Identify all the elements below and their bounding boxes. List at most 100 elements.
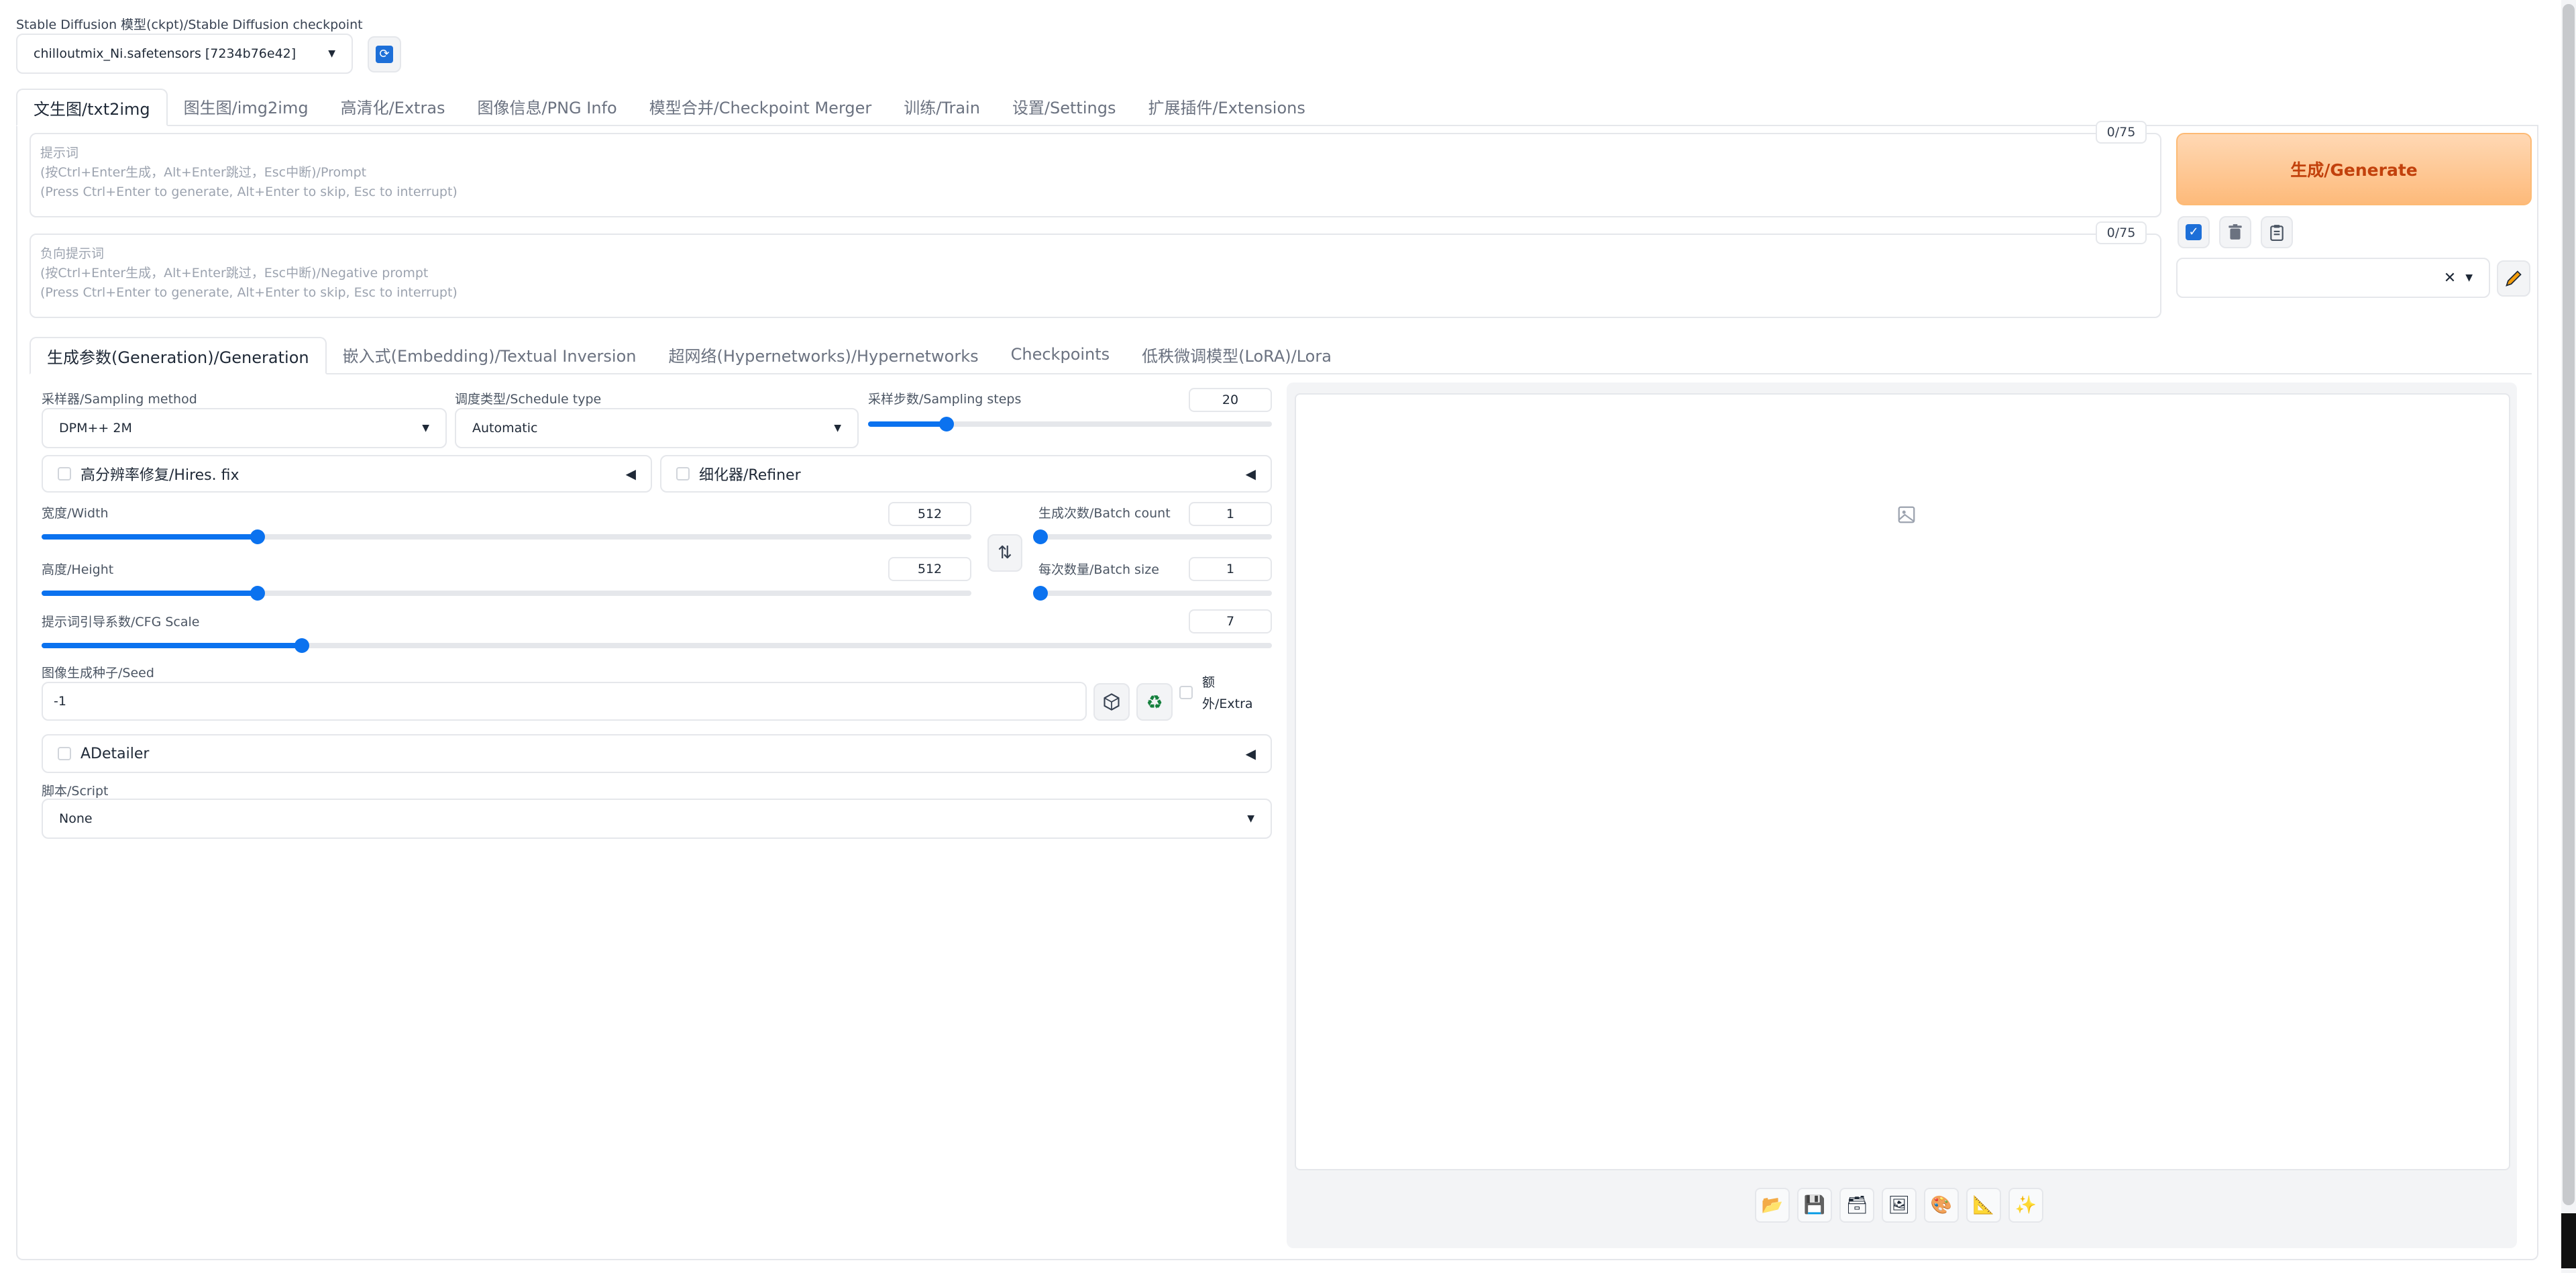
tab-extras[interactable]: 高清化/Extras [325, 87, 462, 125]
extra-seed-label-1: 额 [1202, 675, 1216, 690]
extra-seed-label-2: 外/Extra [1202, 697, 1253, 711]
hires-fix-accordion[interactable]: 高分辨率修复/Hires. fix ◀ [42, 455, 652, 493]
send-to-inpaint-button[interactable]: 🎨 [1924, 1188, 1959, 1223]
batch-count-label: 生成次数/Batch count [1038, 506, 1171, 521]
checkpoint-dropdown[interactable]: chilloutmix_Ni.safetensors [7234b76e42] … [16, 34, 353, 74]
swap-dimensions-button[interactable]: ⇅ [987, 534, 1022, 572]
collapse-triangle-icon: ◀ [1245, 746, 1256, 762]
save-zip-button[interactable]: 🗃 [1839, 1188, 1874, 1223]
batch-size-slider[interactable] [1033, 586, 1272, 601]
checkpoint-label: Stable Diffusion 模型(ckpt)/Stable Diffusi… [16, 17, 363, 32]
main-tabs: 文生图/txt2img 图生图/img2img 高清化/Extras 图像信息/… [16, 87, 2538, 126]
tab-extensions[interactable]: 扩展插件/Extensions [1132, 87, 1321, 125]
prompt-token-counter: 0/75 [2096, 121, 2147, 144]
tab-img2img[interactable]: 图生图/img2img [168, 87, 325, 125]
negative-placeholder-en: (Press Ctrl+Enter to generate, Alt+Enter… [40, 285, 458, 300]
width-number[interactable]: 512 [888, 502, 971, 526]
prompt-placeholder-en: (Press Ctrl+Enter to generate, Alt+Enter… [40, 185, 458, 199]
folder-icon: 📂 [1761, 1195, 1784, 1215]
script-value: None [59, 811, 93, 826]
sampler-value: DPM++ 2M [59, 421, 132, 436]
apply-styles-button[interactable]: ✓ [2178, 216, 2210, 248]
slider-thumb[interactable] [250, 586, 265, 601]
chevron-down-icon: ▼ [422, 423, 429, 434]
script-dropdown[interactable]: None ▼ [42, 799, 1272, 839]
slider-thumb[interactable] [1033, 586, 1048, 601]
steps-label: 采样步数/Sampling steps [868, 392, 1022, 407]
chevron-down-icon: ▼ [834, 423, 841, 434]
steps-slider[interactable] [868, 417, 1272, 431]
checkbox-icon: ✓ [2186, 224, 2202, 240]
adetailer-label: ADetailer [80, 745, 150, 762]
tab-settings[interactable]: 设置/Settings [996, 87, 1132, 125]
width-label: 宽度/Width [42, 506, 109, 521]
height-slider[interactable] [42, 586, 971, 601]
save-button[interactable]: 💾 [1797, 1188, 1832, 1223]
adetailer-accordion[interactable]: ADetailer ◀ [42, 734, 1272, 773]
height-label: 高度/Height [42, 562, 114, 577]
prompt-placeholder-cn: (按Ctrl+Enter生成，Alt+Enter跳过，Esc中断)/Prompt [40, 165, 367, 180]
seed-input[interactable]: -1 [42, 682, 1087, 721]
picture-icon: 🖼 [1888, 1195, 1911, 1215]
tab-png-info[interactable]: 图像信息/PNG Info [462, 87, 633, 125]
generate-button[interactable]: 生成/Generate [2176, 133, 2532, 205]
swap-arrows-icon: ⇅ [998, 543, 1012, 563]
width-slider[interactable] [42, 529, 971, 544]
clear-icon[interactable]: ✕ [2444, 270, 2456, 287]
cfg-slider[interactable] [42, 638, 1272, 653]
refresh-checkpoint-button[interactable]: ⟳ [368, 36, 401, 72]
scrollbar-overlay [2561, 1213, 2576, 1268]
trash-icon [2229, 224, 2242, 240]
floppy-disk-icon: 💾 [1803, 1195, 1826, 1215]
open-folder-button[interactable]: 📂 [1755, 1188, 1790, 1223]
edit-styles-button[interactable] [2497, 260, 2530, 297]
tab-checkpoints[interactable]: Checkpoints [995, 336, 1126, 373]
refiner-accordion[interactable]: 细化器/Refiner ◀ [660, 455, 1272, 493]
tab-hypernetworks[interactable]: 超网络(Hypernetworks)/Hypernetworks [652, 336, 994, 373]
tab-train[interactable]: 训练/Train [888, 87, 996, 125]
scrollbar-thumb[interactable] [2563, 4, 2575, 1205]
collapse-triangle-icon: ◀ [1245, 466, 1256, 482]
batch-size-number[interactable]: 1 [1189, 557, 1272, 581]
sampler-dropdown[interactable]: DPM++ 2M ▼ [42, 408, 447, 448]
archive-icon: 🗃 [1845, 1195, 1868, 1215]
clear-prompt-button[interactable] [2219, 216, 2251, 248]
adetailer-checkbox[interactable] [58, 747, 71, 760]
slider-thumb[interactable] [294, 638, 310, 653]
negative-token-counter: 0/75 [2096, 221, 2147, 244]
batch-count-slider[interactable] [1033, 529, 1272, 544]
tab-generation[interactable]: 生成参数(Generation)/Generation [30, 337, 327, 374]
hires-fix-checkbox[interactable] [58, 467, 71, 480]
slider-fill [42, 534, 256, 540]
tab-textual-inversion[interactable]: 嵌入式(Embedding)/Textual Inversion [327, 336, 653, 373]
image-placeholder-icon [1898, 506, 1915, 523]
seed-label: 图像生成种子/Seed [42, 666, 154, 680]
send-to-extras-button[interactable]: 📐 [1966, 1188, 2001, 1223]
reuse-seed-button[interactable]: ♻ [1136, 683, 1173, 721]
negative-prompt-textarea[interactable]: 负向提示词 (按Ctrl+Enter生成，Alt+Enter跳过，Esc中断)/… [30, 234, 2161, 318]
chevron-down-icon: ▼ [328, 48, 335, 59]
tab-lora[interactable]: 低秩微调模型(LoRA)/Lora [1126, 336, 1348, 373]
slider-thumb[interactable] [250, 529, 265, 544]
extra-seed-checkbox[interactable] [1179, 686, 1193, 699]
prompt-textarea[interactable]: 提示词 (按Ctrl+Enter生成，Alt+Enter跳过，Esc中断)/Pr… [30, 133, 2161, 217]
upscale-button[interactable]: ✨ [2008, 1188, 2043, 1223]
height-number[interactable]: 512 [888, 557, 971, 581]
random-seed-button[interactable] [1093, 683, 1130, 721]
steps-number[interactable]: 20 [1189, 388, 1272, 412]
tab-checkpoint-merger[interactable]: 模型合并/Checkpoint Merger [633, 87, 888, 125]
chevron-down-icon: ▼ [1247, 813, 1254, 824]
schedule-dropdown[interactable]: Automatic ▼ [455, 408, 859, 448]
tab-txt2img[interactable]: 文生图/txt2img [16, 89, 168, 126]
checkpoint-value: chilloutmix_Ni.safetensors [7234b76e42] [34, 46, 297, 61]
batch-size-label: 每次数量/Batch size [1038, 562, 1159, 577]
cfg-number[interactable]: 7 [1189, 609, 1272, 633]
slider-thumb[interactable] [1033, 529, 1048, 544]
send-to-img2img-button[interactable]: 🖼 [1882, 1188, 1917, 1223]
script-label: 脚本/Script [42, 784, 109, 799]
styles-dropdown[interactable]: ✕ ▼ [2176, 258, 2490, 298]
refiner-checkbox[interactable] [676, 467, 690, 480]
batch-count-number[interactable]: 1 [1189, 502, 1272, 526]
paste-params-button[interactable] [2261, 216, 2293, 248]
triangle-ruler-icon: 📐 [1972, 1195, 1995, 1215]
